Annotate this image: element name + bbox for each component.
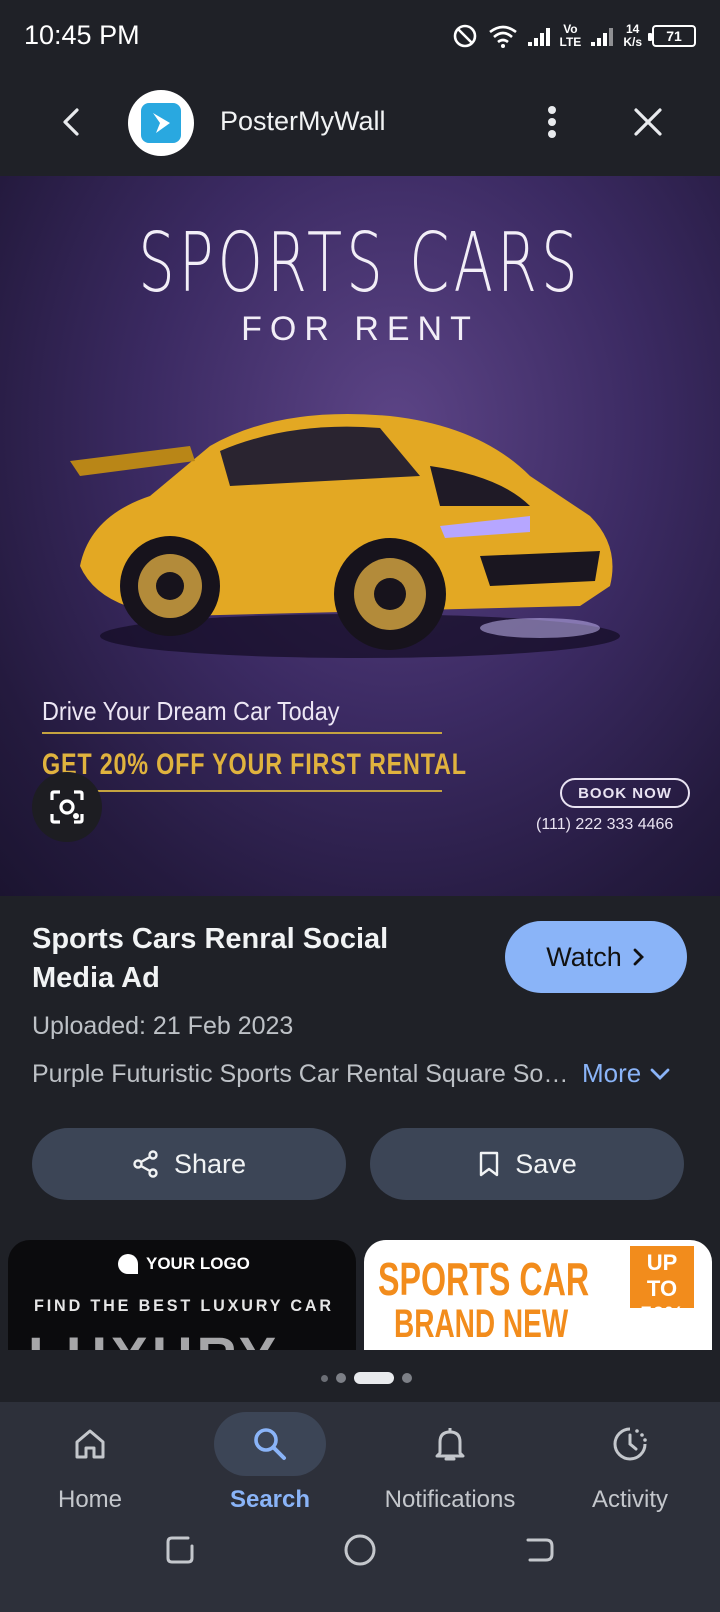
- network-speed: 14 K/s: [623, 23, 642, 49]
- poster-offer: GET 20% OFF YOUR FIRST RENTAL: [42, 748, 467, 781]
- chevron-down-icon: [650, 1068, 670, 1080]
- thumb-subheadline: BRAND NEW: [394, 1302, 569, 1346]
- nav-home-label: Home: [57, 1486, 123, 1513]
- nav-search-label: Search: [229, 1486, 311, 1513]
- lens-icon: [50, 790, 84, 824]
- poster-divider: [42, 790, 442, 792]
- battery-level: 71: [666, 28, 682, 44]
- bottom-nav: Home Search Notifications Activity: [0, 1402, 720, 1612]
- nav-notifications-label: Notifications: [384, 1486, 516, 1513]
- poster-divider: [42, 732, 442, 734]
- wifi-icon: [488, 25, 517, 48]
- badge-value: 50%: [639, 1302, 685, 1327]
- volte-bottom: LTE: [559, 35, 582, 49]
- nav-home-pill: [34, 1412, 146, 1476]
- site-name[interactable]: PosterMyWall: [220, 106, 386, 137]
- home-button-icon[interactable]: [338, 1528, 382, 1572]
- nav-home[interactable]: Home: [0, 1412, 180, 1522]
- share-label: Share: [173, 1148, 247, 1179]
- share-button[interactable]: Share: [32, 1128, 346, 1200]
- poster-phone: (111) 222 333 4466: [536, 816, 674, 833]
- speed-unit: K/s: [623, 35, 642, 49]
- status-time: 10:45 PM: [24, 20, 140, 50]
- watch-label: Watch: [546, 941, 622, 972]
- thumb-logo: YOUR LOGO: [118, 1254, 250, 1274]
- thumb-badge: UP TO 50%: [630, 1246, 694, 1327]
- thumb-big-text: LUXURY: [28, 1324, 280, 1350]
- back-button-icon[interactable]: [518, 1528, 562, 1572]
- more-label: More: [582, 1058, 642, 1088]
- pager-dot: [335, 1373, 346, 1383]
- description: Purple Futuristic Sports Car Rental Squa…: [32, 1060, 572, 1088]
- pager-dot: [320, 1374, 328, 1382]
- more-button[interactable]: More: [582, 1058, 671, 1089]
- result-title: Sports Cars Renral Social Media Ad: [32, 923, 389, 994]
- sports-car-illustration: [70, 414, 620, 658]
- nav-activity-label: Activity: [591, 1486, 668, 1513]
- save-button[interactable]: Save: [370, 1128, 684, 1200]
- close-icon[interactable]: [628, 102, 668, 142]
- watch-button[interactable]: Watch: [505, 921, 687, 993]
- nav-search[interactable]: Search: [180, 1412, 360, 1522]
- app-bar: PosterMyWall: [0, 72, 720, 176]
- nav-activity[interactable]: Activity: [540, 1412, 720, 1522]
- thumb-logo-text: YOUR LOGO: [146, 1254, 250, 1273]
- back-arrow-icon[interactable]: [52, 102, 92, 142]
- chevron-right-icon: [633, 948, 644, 966]
- lens-search-button[interactable]: [32, 772, 102, 842]
- signal-icon: [527, 26, 550, 46]
- thumb-headline: SPORTS CAR: [378, 1253, 590, 1305]
- recent-apps-icon[interactable]: [158, 1528, 202, 1572]
- postermywall-logo-icon: [141, 103, 181, 143]
- related-thumbnail[interactable]: SPORTS CAR BRAND NEW UP TO 50%: [364, 1240, 712, 1350]
- upload-date: Uploaded: 21 Feb 2023: [32, 1012, 294, 1040]
- poster-book-now: BOOK NOW: [560, 778, 690, 808]
- pager-dot-active: [353, 1372, 394, 1384]
- volte-indicator: Vo LTE: [560, 23, 582, 49]
- poster-image[interactable]: SPORTS CARS FOR RENT Drive Your Dream Ca…: [0, 176, 720, 896]
- thumb-headline: FIND THE BEST LUXURY CAR: [34, 1296, 334, 1315]
- signal-icon-2: [591, 26, 614, 46]
- system-nav-bar: [0, 1520, 720, 1580]
- nav-notifications[interactable]: Notifications: [360, 1412, 540, 1522]
- bell-icon: [435, 1428, 465, 1461]
- home-icon: [75, 1429, 105, 1459]
- nav-notifications-pill: [394, 1412, 506, 1476]
- battery-icon: 71: [648, 25, 696, 47]
- related-thumbnail[interactable]: YOUR LOGO FIND THE BEST LUXURY CAR LUXUR…: [8, 1240, 356, 1350]
- badge-top: UP TO: [646, 1250, 678, 1301]
- bookmark-icon: [480, 1151, 499, 1177]
- nav-search-pill: [214, 1412, 326, 1476]
- poster-tagline: Drive Your Dream Car Today: [42, 696, 340, 726]
- pager-dot: [401, 1373, 412, 1383]
- poster-subtitle: FOR RENT: [241, 310, 479, 348]
- save-label: Save: [515, 1148, 577, 1179]
- more-options-icon[interactable]: [536, 102, 568, 142]
- search-icon: [254, 1428, 286, 1460]
- logo-mark-icon: [118, 1254, 138, 1274]
- nav-activity-pill: [574, 1412, 686, 1476]
- status-bar: 10:45 PM Vo LTE 14 K/s 71: [0, 0, 720, 72]
- site-avatar[interactable]: [128, 90, 194, 156]
- carousel-pager: [0, 1372, 720, 1384]
- activity-icon: [613, 1427, 647, 1461]
- do-not-disturb-icon: [453, 24, 476, 48]
- share-icon: [133, 1150, 158, 1178]
- status-icons: Vo LTE 14 K/s 71: [452, 18, 696, 54]
- poster-title: SPORTS CARS: [138, 216, 582, 311]
